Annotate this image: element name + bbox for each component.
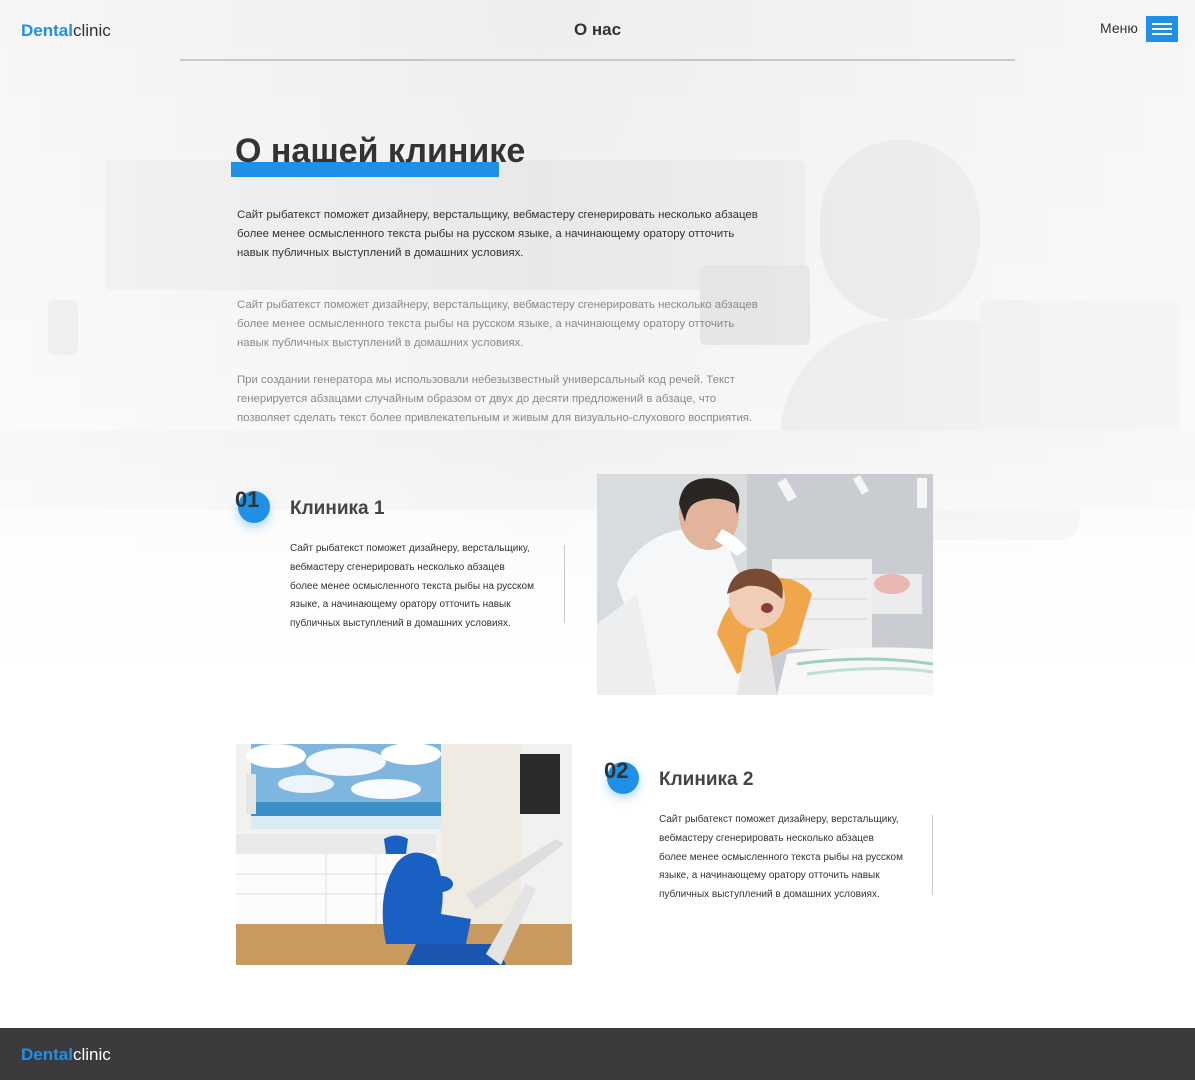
clinic-1-text: Сайт рыбатекст поможет дизайнеру, верста… bbox=[290, 543, 534, 630]
footer: Dentalclinic bbox=[0, 1028, 1195, 1080]
dental-office-blue-chair-photo bbox=[236, 744, 572, 965]
footer-logo[interactable]: Dentalclinic bbox=[21, 1045, 111, 1065]
dentist-with-patient-photo bbox=[597, 474, 933, 695]
clinic-2-title: Клиника 2 bbox=[659, 769, 754, 790]
menu-label[interactable]: Меню bbox=[1100, 20, 1138, 36]
clinic-2-number: 02 bbox=[604, 758, 629, 783]
clinic-1-divider bbox=[564, 545, 565, 623]
about-heading: О нашей клинике bbox=[231, 132, 526, 177]
hamburger-icon[interactable] bbox=[1146, 16, 1178, 42]
footer-logo-brand: Dental bbox=[21, 1045, 73, 1064]
footer-logo-rest: clinic bbox=[72, 1045, 111, 1064]
page-title: О нас bbox=[573, 20, 622, 39]
about-intro: Сайт рыбатекст поможет дизайнеру, верста… bbox=[237, 209, 758, 259]
clinic-2-text: Сайт рыбатекст поможет дизайнеру, верста… bbox=[659, 814, 903, 901]
about-heading-text: О нашей клинике bbox=[235, 132, 526, 170]
clinic-1-number: 01 bbox=[235, 487, 260, 512]
about-paragraph-2: Сайт рыбатекст поможет дизайнеру, верста… bbox=[237, 299, 758, 349]
clinic-2-divider bbox=[932, 815, 933, 895]
clinic-1-title: Клиника 1 bbox=[290, 498, 385, 519]
about-paragraph-3: При создании генератора мы использовали … bbox=[237, 374, 753, 424]
header-divider bbox=[180, 59, 1015, 61]
